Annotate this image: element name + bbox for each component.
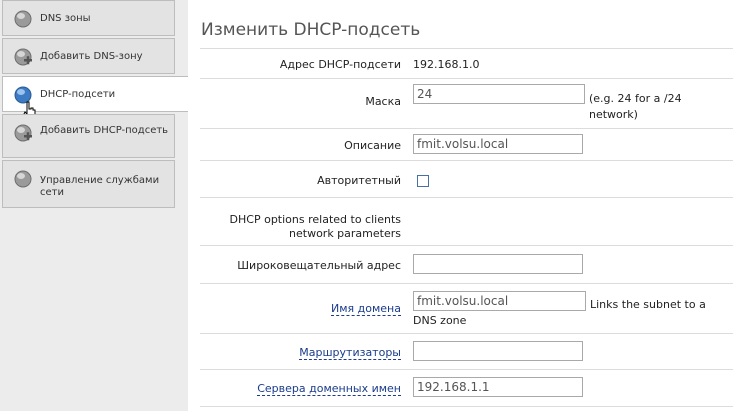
- server-icon: [14, 10, 32, 28]
- description-label: Описание: [344, 139, 401, 152]
- mask-hint: (e.g. 24 for a /24 network): [589, 92, 682, 121]
- divider: [200, 245, 733, 246]
- divider: [200, 333, 733, 334]
- dns-servers-label[interactable]: Сервера доменных имен: [257, 382, 401, 396]
- sidebar-item-label: DNS зоны: [40, 13, 91, 24]
- routers-label[interactable]: Маршрутизаторы: [299, 346, 401, 360]
- divider: [200, 78, 733, 79]
- page-title: Изменить DHCP-подсеть: [201, 20, 421, 40]
- divider: [200, 128, 733, 129]
- add-server-icon: [14, 124, 32, 142]
- divider: [200, 160, 733, 161]
- divider: [200, 48, 733, 49]
- sidebar-item-dns-zones[interactable]: DNS зоны: [2, 0, 175, 36]
- broadcast-label: Широковещательный адрес: [237, 259, 401, 272]
- divider: [200, 406, 733, 407]
- server-icon: [14, 170, 32, 188]
- domain-name-label[interactable]: Имя домена: [331, 302, 401, 316]
- routers-input[interactable]: [413, 341, 583, 361]
- sidebar-item-add-dns-zone[interactable]: Добавить DNS-зону: [2, 38, 175, 74]
- mask-label: Маска: [365, 95, 401, 108]
- sidebar-item-label: Добавить DHCP-подсеть: [40, 125, 169, 136]
- authoritative-checkbox[interactable]: [417, 175, 429, 187]
- domain-name-hint: Links the subnet to a DNS zone: [413, 298, 706, 327]
- mask-input[interactable]: [413, 84, 585, 104]
- sidebar-item-dhcp-subnets[interactable]: DHCP-подсети: [2, 76, 188, 121]
- divider: [200, 197, 733, 198]
- subnet-address-label: Адрес DHCP-подсети: [279, 58, 401, 71]
- sidebar-item-label: DHCP-подсети: [40, 89, 116, 100]
- sidebar-item-label: Добавить DNS-зону: [40, 51, 143, 62]
- sidebar: DNS зоны Добавить DNS-зону DHCP-подсети …: [0, 0, 189, 411]
- description-input[interactable]: [413, 134, 583, 154]
- dhcp-options-header: DHCP options related to clients network …: [229, 213, 401, 240]
- dns-servers-input[interactable]: [413, 377, 583, 397]
- main-content: Изменить DHCP-подсеть Адрес DHCP-подсети…: [188, 0, 750, 411]
- authoritative-label: Авторитетный: [317, 174, 401, 187]
- divider: [200, 283, 733, 284]
- add-server-icon: [14, 48, 32, 66]
- broadcast-input[interactable]: [413, 254, 583, 274]
- sidebar-item-network-services[interactable]: Управление службами сети: [2, 160, 175, 208]
- sidebar-item-label: Управление службами сети: [40, 175, 160, 198]
- divider: [200, 369, 733, 370]
- sidebar-item-add-dhcp-subnet[interactable]: Добавить DHCP-подсеть: [2, 114, 175, 158]
- subnet-address-value: 192.168.1.0: [413, 58, 480, 71]
